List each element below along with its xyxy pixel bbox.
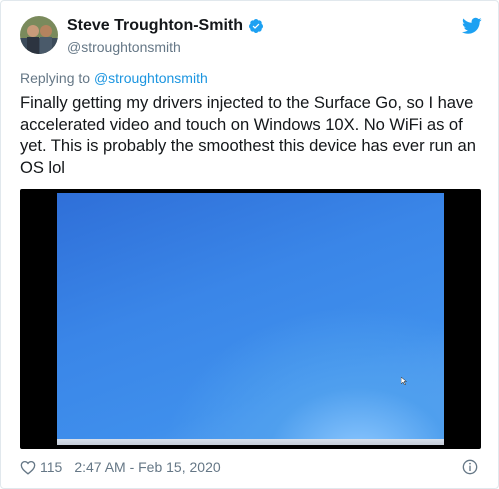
tweet-footer: 115 2:47 AM - Feb 15, 2020 bbox=[20, 459, 221, 475]
reply-context: Replying to @stroughtonsmith bbox=[20, 70, 208, 86]
windows-desktop-screenshot bbox=[57, 193, 444, 445]
tweet-timestamp[interactable]: 2:47 AM - Feb 15, 2020 bbox=[74, 459, 220, 475]
info-icon[interactable] bbox=[462, 459, 478, 475]
tweet-card: Steve Troughton-Smith @stroughtonsmith R… bbox=[0, 0, 499, 489]
replying-prefix: Replying to bbox=[20, 70, 94, 86]
heart-icon[interactable] bbox=[20, 460, 36, 475]
author-name[interactable]: Steve Troughton-Smith bbox=[67, 17, 243, 35]
author-handle[interactable]: @stroughtonsmith bbox=[67, 39, 181, 55]
mouse-cursor-icon bbox=[401, 377, 407, 385]
avatar-image bbox=[20, 16, 58, 54]
tweet-media[interactable] bbox=[20, 189, 481, 449]
verified-badge-icon bbox=[249, 19, 263, 33]
replying-to-link[interactable]: @stroughtonsmith bbox=[94, 70, 208, 86]
twitter-bird-icon[interactable] bbox=[462, 17, 482, 35]
avatar[interactable] bbox=[20, 16, 58, 54]
author-row: Steve Troughton-Smith bbox=[67, 17, 264, 35]
tweet-text: Finally getting my drivers injected to t… bbox=[20, 93, 476, 177]
like-count[interactable]: 115 bbox=[40, 459, 62, 475]
taskbar bbox=[57, 439, 444, 445]
